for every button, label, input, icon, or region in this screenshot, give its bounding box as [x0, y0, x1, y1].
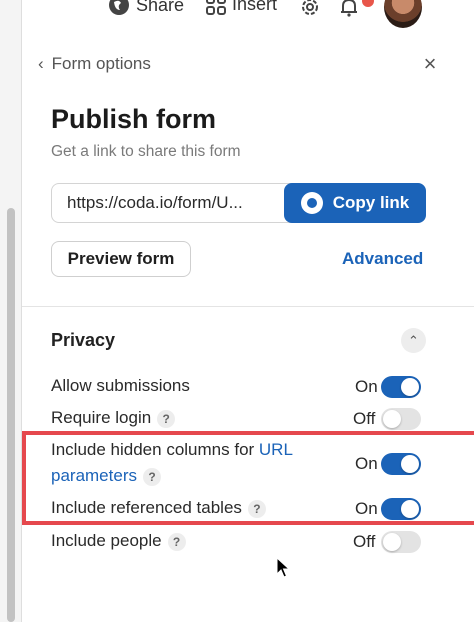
avatar[interactable] — [384, 0, 422, 28]
divider — [22, 306, 474, 307]
settings-button[interactable] — [299, 0, 321, 18]
require-login-toggle[interactable] — [381, 408, 421, 430]
insert-button[interactable]: Insert — [206, 0, 277, 15]
notifications-button[interactable] — [338, 0, 360, 18]
option-label-text: Include people — [51, 531, 162, 550]
chevron-up-icon[interactable]: ⌃ — [401, 328, 426, 353]
toggle-knob — [383, 410, 401, 428]
back-button[interactable]: ‹ Form options — [38, 54, 151, 74]
left-gutter — [0, 0, 22, 622]
highlight-box — [22, 431, 474, 525]
share-button[interactable]: Share — [108, 0, 184, 16]
top-toolbar: Share Insert — [22, 0, 474, 28]
privacy-section-title: Privacy — [51, 330, 116, 350]
gear-icon — [302, 0, 318, 15]
globe-icon — [109, 0, 129, 15]
link-icon — [300, 192, 323, 214]
toggle-knob — [401, 378, 419, 396]
preview-form-button[interactable]: Preview form — [51, 241, 191, 277]
advanced-link[interactable]: Advanced — [342, 249, 423, 269]
copy-link-label: Copy link — [332, 193, 410, 212]
option-label-text: Allow submissions — [51, 376, 190, 395]
allow-submissions-toggle[interactable] — [381, 376, 421, 398]
option-label-text: Require login — [51, 408, 152, 427]
help-icon[interactable]: ? — [167, 532, 186, 551]
require-login-label: Require login? — [51, 405, 176, 431]
copy-link-button[interactable]: Copy link — [284, 183, 426, 223]
include-people-label: Include people? — [51, 528, 186, 554]
insert-label: Insert — [232, 0, 278, 14]
back-label: Form options — [51, 54, 151, 73]
include-people-toggle[interactable] — [381, 531, 421, 553]
share-url-field: Copy link — [51, 183, 426, 223]
toggle-knob — [383, 533, 401, 551]
scrollbar-thumb[interactable] — [7, 208, 15, 622]
grid-icon — [206, 0, 226, 15]
chevron-left-icon: ‹ — [38, 54, 44, 73]
close-icon[interactable]: × — [420, 53, 440, 75]
help-icon[interactable]: ? — [157, 409, 176, 428]
share-url-input[interactable] — [52, 184, 288, 222]
require-login-state: Off — [353, 409, 376, 428]
page-title: Publish form — [51, 104, 217, 134]
allow-submissions-state: On — [355, 377, 378, 396]
share-label: Share — [136, 0, 185, 15]
bell-icon — [341, 0, 357, 17]
include-people-state: Off — [353, 532, 376, 551]
mouse-cursor-icon — [276, 557, 290, 578]
allow-submissions-label: Allow submissions — [51, 373, 190, 399]
page-subtitle: Get a link to share this form — [51, 143, 241, 160]
notification-badge — [362, 0, 374, 7]
